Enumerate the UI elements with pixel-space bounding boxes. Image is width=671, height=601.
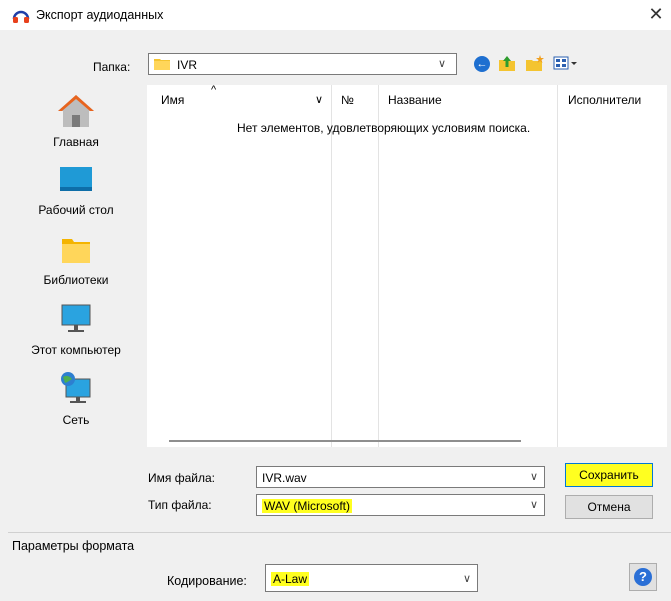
chevron-down-icon[interactable]: ∨ xyxy=(463,572,471,585)
column-menu-icon[interactable]: ∨ xyxy=(315,93,323,106)
place-home[interactable]: Главная xyxy=(8,93,144,149)
format-options-title: Параметры формата xyxy=(12,539,139,553)
help-icon: ? xyxy=(634,568,652,586)
encoding-label: Кодирование: xyxy=(167,574,247,588)
place-network[interactable]: Сеть xyxy=(8,371,144,427)
column-artists[interactable]: Исполнители xyxy=(568,93,641,107)
filename-label: Имя файла: xyxy=(148,471,215,485)
up-folder-icon[interactable] xyxy=(498,54,516,72)
filename-input[interactable]: IVR.wav ∨ xyxy=(256,466,545,488)
folder-icon xyxy=(154,59,170,70)
filename-value: IVR.wav xyxy=(262,471,307,485)
place-network-label: Сеть xyxy=(62,413,90,427)
help-button[interactable]: ? xyxy=(629,563,657,591)
place-desktop[interactable]: Рабочий стол xyxy=(8,165,144,217)
encoding-select[interactable]: A-Law ∨ xyxy=(265,564,478,592)
folder-value: IVR xyxy=(177,58,198,72)
network-icon xyxy=(61,372,91,403)
horizontal-scrollbar[interactable] xyxy=(169,440,521,442)
column-separator xyxy=(331,85,332,447)
window-title: Экспорт аудиоданных xyxy=(36,8,164,22)
place-libraries-label: Библиотеки xyxy=(43,273,109,287)
file-list[interactable]: Имя ^ ∨ № Название Исполнители Нет элеме… xyxy=(147,84,667,447)
filetype-label: Тип файла: xyxy=(148,498,212,512)
view-menu-icon[interactable] xyxy=(553,55,579,71)
filetype-value: WAV (Microsoft) xyxy=(262,499,352,513)
desktop-icon xyxy=(60,167,92,191)
folder-label: Папка: xyxy=(93,60,131,74)
chevron-down-icon[interactable]: ∨ xyxy=(530,470,538,483)
column-separator xyxy=(378,85,379,447)
column-separator xyxy=(557,85,558,447)
chevron-down-icon: ∨ xyxy=(438,58,447,70)
new-folder-icon[interactable] xyxy=(525,54,545,72)
column-name[interactable]: Имя xyxy=(161,93,184,107)
place-computer-label: Этот компьютер xyxy=(31,343,121,357)
cancel-button[interactable]: Отмена xyxy=(565,495,653,519)
back-icon[interactable]: ← xyxy=(474,56,490,72)
sort-indicator-icon: ^ xyxy=(211,84,217,96)
place-libraries[interactable]: Библиотеки xyxy=(8,235,144,287)
libraries-icon xyxy=(62,239,90,263)
column-title[interactable]: Название xyxy=(388,93,442,107)
encoding-value: A-Law xyxy=(271,572,310,586)
audacity-headphones-icon xyxy=(12,10,30,23)
place-computer[interactable]: Этот компьютер xyxy=(8,303,144,357)
folder-select[interactable]: IVR ∨ xyxy=(148,53,457,75)
filetype-select[interactable]: WAV (Microsoft) ∨ xyxy=(256,494,545,516)
column-number[interactable]: № xyxy=(341,93,354,107)
place-desktop-label: Рабочий стол xyxy=(38,203,114,217)
chevron-down-icon[interactable]: ∨ xyxy=(530,498,538,511)
home-icon xyxy=(58,95,94,127)
places-bar: Главная Рабочий стол Библиотеки Этот ком… xyxy=(8,83,144,443)
computer-icon xyxy=(61,304,91,332)
place-home-label: Главная xyxy=(53,135,99,149)
empty-list-message: Нет элементов, удовлетворяющих условиям … xyxy=(237,121,531,135)
save-button[interactable]: Сохранить xyxy=(565,463,653,487)
close-button[interactable]: ✕ xyxy=(645,3,667,25)
